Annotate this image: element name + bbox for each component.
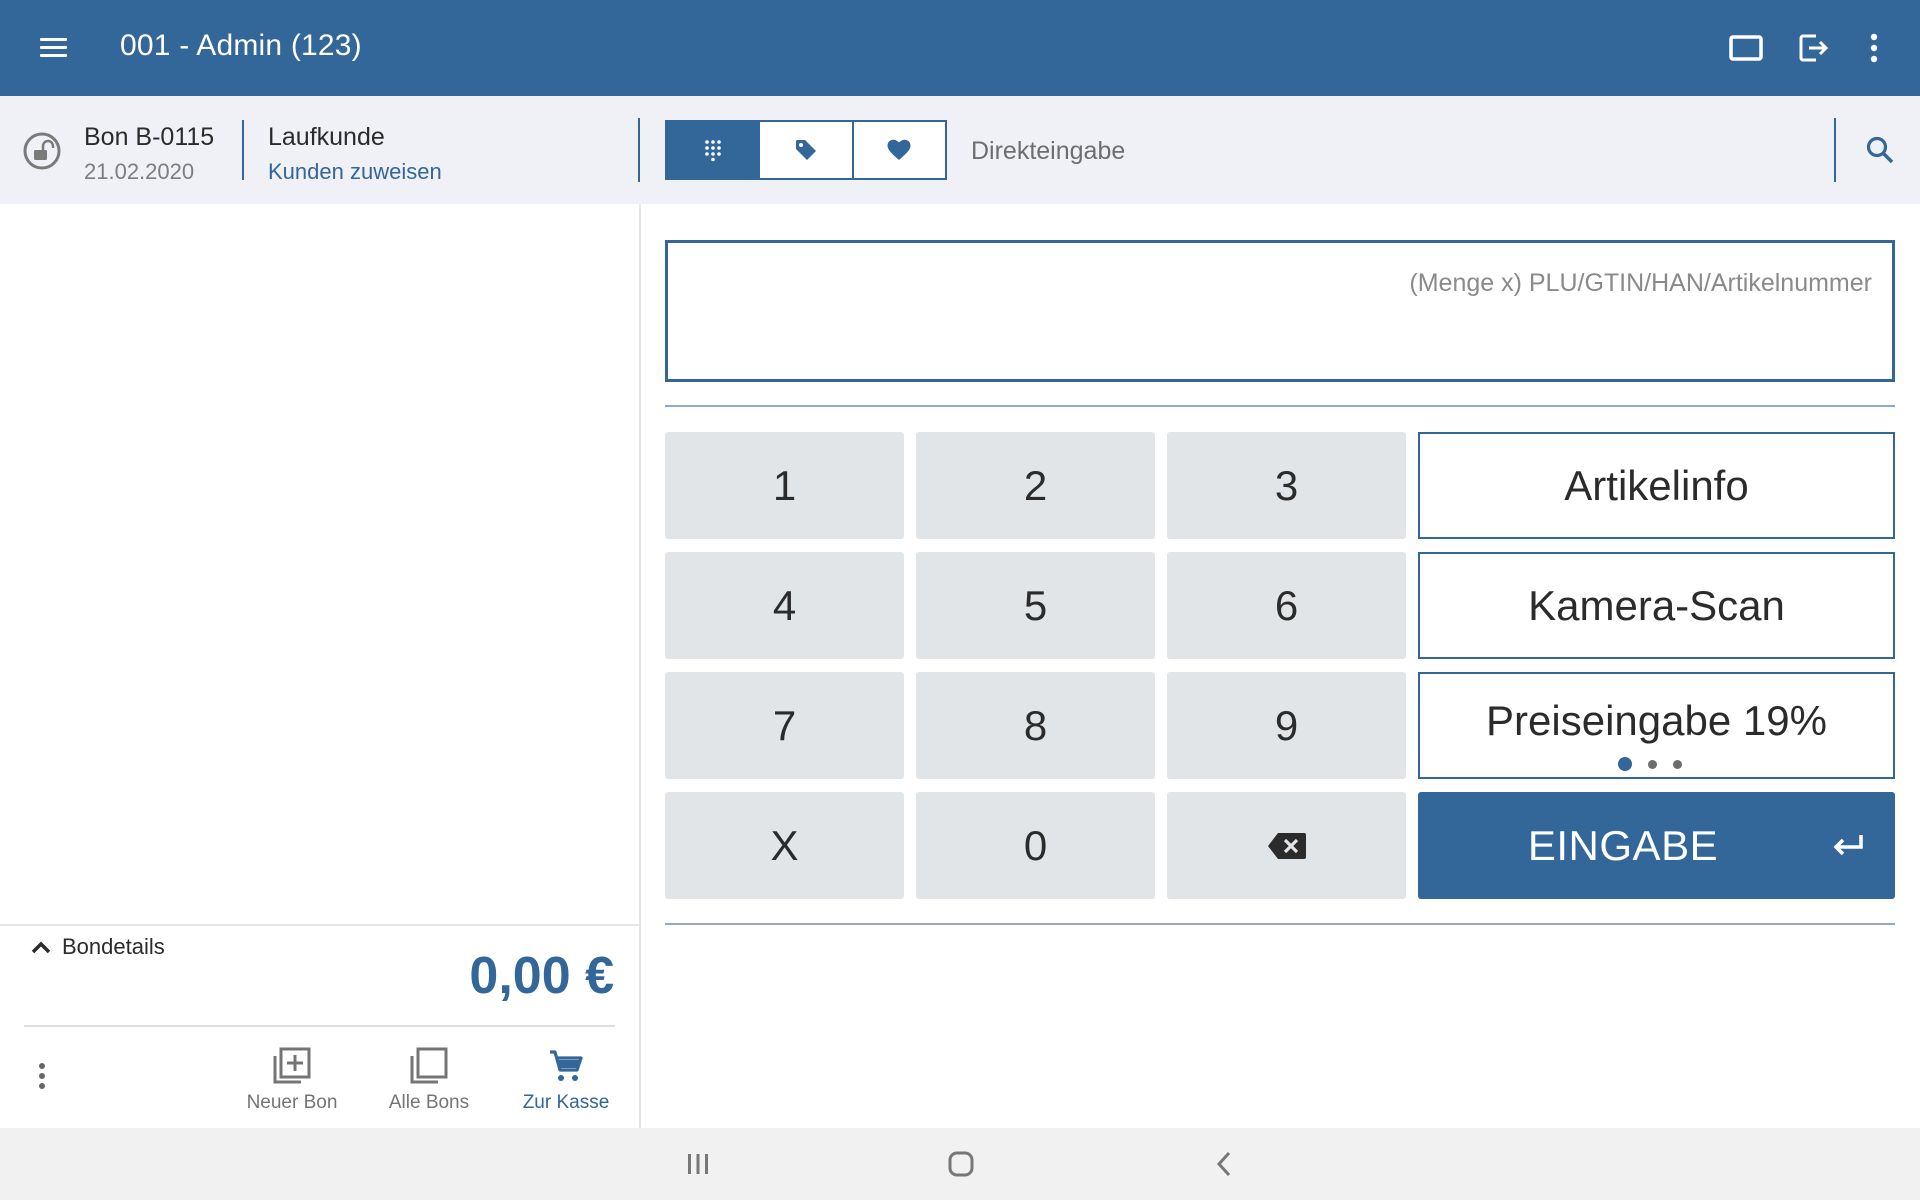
divider <box>24 1025 615 1027</box>
key-7[interactable]: 7 <box>665 672 904 779</box>
key-multiply[interactable]: X <box>665 792 904 899</box>
lock-open-icon <box>23 132 61 170</box>
checkout-button[interactable]: Zur Kasse <box>511 1046 621 1116</box>
camera-scan-button[interactable]: Kamera-Scan <box>1418 552 1895 659</box>
app-bar: 001 - Admin (123) <box>0 0 1920 96</box>
key-6[interactable]: 6 <box>1167 552 1406 659</box>
key-8[interactable]: 8 <box>916 672 1155 779</box>
add-receipt-icon <box>273 1047 311 1084</box>
new-receipt-label: Neuer Bon <box>246 1092 338 1113</box>
receipt-more-button[interactable] <box>22 1056 62 1096</box>
recent-apps-icon <box>688 1154 708 1174</box>
backspace-icon <box>1267 832 1306 859</box>
home-icon <box>948 1151 974 1177</box>
chevron-up-icon <box>31 941 51 954</box>
fullscreen-button[interactable] <box>1722 24 1770 72</box>
menu-button[interactable] <box>36 30 72 66</box>
all-receipts-button[interactable]: Alle Bons <box>374 1046 484 1116</box>
heart-icon <box>887 139 911 160</box>
function-pager <box>1618 757 1682 771</box>
key-2[interactable]: 2 <box>916 432 1155 539</box>
key-4[interactable]: 4 <box>665 552 904 659</box>
key-9[interactable]: 9 <box>1167 672 1406 779</box>
article-entry-field[interactable]: (Menge x) PLU/GTIN/HAN/Artikelnummer <box>665 240 1895 382</box>
receipts-stack-icon <box>410 1047 448 1084</box>
assign-customer-link[interactable]: Kunden zuweisen <box>268 159 442 185</box>
receipt-details-label: Bondetails <box>62 934 165 959</box>
receipt-toolbar: Bon B-0115 21.02.2020 Laufkunde Kunden z… <box>0 96 1920 204</box>
divider <box>638 118 640 182</box>
all-receipts-label: Alle Bons <box>388 1092 470 1113</box>
recent-apps-button[interactable] <box>670 1140 726 1188</box>
logout-button[interactable] <box>1790 24 1838 72</box>
new-receipt-button[interactable]: Neuer Bon <box>237 1046 347 1116</box>
dialpad-icon <box>704 140 721 161</box>
search-button[interactable] <box>1856 126 1904 174</box>
enter-label: EINGABE <box>1527 821 1719 869</box>
key-0[interactable]: 0 <box>916 792 1155 899</box>
pane-divider <box>639 204 641 1128</box>
logout-icon <box>1799 34 1829 62</box>
divider <box>665 923 1895 925</box>
key-5[interactable]: 5 <box>916 552 1155 659</box>
return-arrow-icon <box>1833 835 1863 856</box>
more-vert-icon <box>39 1063 45 1089</box>
back-button[interactable] <box>1196 1140 1252 1188</box>
customer-name: Laufkunde <box>268 123 385 151</box>
receipt-details-toggle[interactable]: Bondetails <box>30 932 165 962</box>
divider <box>0 924 639 926</box>
system-nav-bar <box>0 1128 1920 1200</box>
checkout-label: Zur Kasse <box>522 1092 610 1113</box>
pager-dot[interactable] <box>1648 759 1657 769</box>
input-mode-tabs <box>665 120 947 180</box>
divider <box>665 405 1895 407</box>
app-title: 001 - Admin (123) <box>120 29 362 62</box>
receipt-date: 21.02.2020 <box>84 159 195 184</box>
cart-icon <box>550 1050 583 1081</box>
tag-icon <box>795 140 816 160</box>
tab-tags[interactable] <box>758 122 851 178</box>
more-vert-icon <box>1870 33 1878 63</box>
article-entry-placeholder: (Menge x) PLU/GTIN/HAN/Artikelnummer <box>1409 269 1872 297</box>
input-mode-label: Direkteingabe <box>971 137 1126 165</box>
tab-favorites[interactable] <box>851 122 945 178</box>
key-1[interactable]: 1 <box>665 432 904 539</box>
search-icon <box>1866 136 1894 164</box>
key-3[interactable]: 3 <box>1167 432 1406 539</box>
enter-button[interactable]: EINGABE <box>1418 792 1895 899</box>
home-button[interactable] <box>933 1140 989 1188</box>
tab-dialpad[interactable] <box>667 122 759 178</box>
divider <box>1834 118 1836 182</box>
divider <box>242 120 244 180</box>
pager-dot-active[interactable] <box>1618 757 1632 771</box>
backspace-key[interactable] <box>1167 792 1406 899</box>
receipt-number: Bon B-0115 <box>84 123 215 151</box>
article-info-button[interactable]: Artikelinfo <box>1418 432 1895 539</box>
pager-dot[interactable] <box>1673 759 1682 769</box>
overflow-menu-button[interactable] <box>1850 24 1898 72</box>
back-icon <box>1216 1151 1231 1177</box>
fullscreen-icon <box>1729 35 1763 61</box>
receipt-total: 0,00 € <box>469 947 614 1005</box>
